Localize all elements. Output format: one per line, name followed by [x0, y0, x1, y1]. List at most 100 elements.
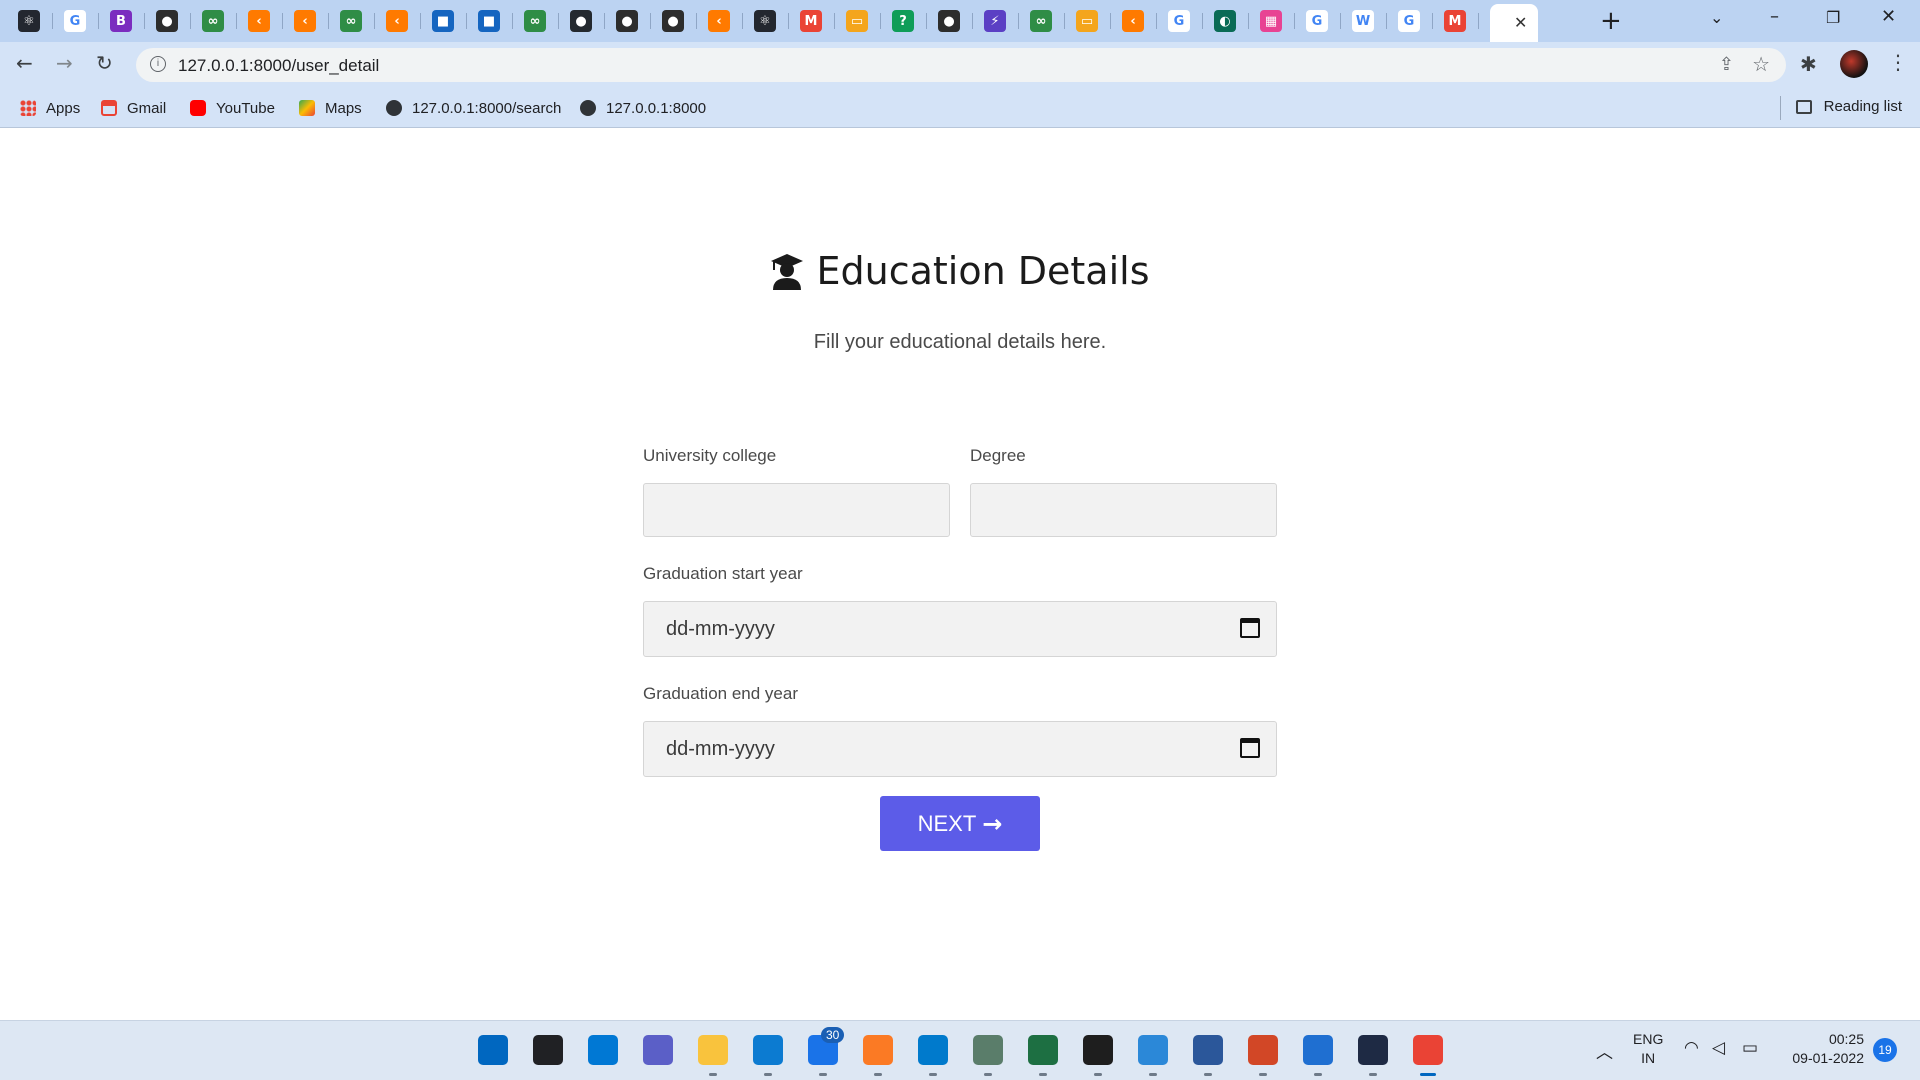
language-indicator[interactable]: ENG IN: [1633, 1030, 1663, 1068]
address-bar[interactable]: i 127.0.0.1:8000/user_detail ⇪ ☆: [136, 48, 1786, 82]
profile-avatar[interactable]: [1840, 50, 1868, 78]
edge-icon[interactable]: [753, 1035, 783, 1065]
share-icon[interactable]: ⇪: [1719, 54, 1734, 75]
bolt-icon[interactable]: ⚡: [984, 10, 1006, 32]
code-icon[interactable]: ‹: [1122, 10, 1144, 32]
help-icon[interactable]: [1303, 1035, 1333, 1065]
running-indicator: [764, 1073, 772, 1076]
arrow-right-icon: →: [982, 809, 1003, 838]
file-explorer-icon[interactable]: [698, 1035, 728, 1065]
extensions-icon[interactable]: ✱: [1800, 52, 1817, 77]
leaf-icon[interactable]: ◐: [1214, 10, 1236, 32]
bookmark-apps[interactable]: Apps: [20, 98, 80, 118]
end-year-input[interactable]: dd-mm-yyyy: [643, 721, 1277, 777]
tab-separator: [282, 13, 283, 29]
bookmark-gmail[interactable]: Gmail: [101, 98, 166, 118]
react-icon[interactable]: ⚛: [754, 10, 776, 32]
powerpoint-icon[interactable]: [1248, 1035, 1278, 1065]
back-icon[interactable]: ←: [16, 51, 33, 75]
excel-icon[interactable]: [1028, 1035, 1058, 1065]
globe-icon[interactable]: ●: [616, 10, 638, 32]
google-icon[interactable]: G: [64, 10, 86, 32]
menu-icon[interactable]: ⋮: [1888, 50, 1908, 74]
terminal-icon[interactable]: [1083, 1035, 1113, 1065]
widgets-icon[interactable]: [588, 1035, 618, 1065]
bootstrap-icon[interactable]: B: [110, 10, 132, 32]
box-icon[interactable]: ■: [478, 10, 500, 32]
google-icon[interactable]: G: [1398, 10, 1420, 32]
wifi-icon[interactable]: ◠: [1684, 1038, 1699, 1058]
code-icon[interactable]: ▭: [846, 10, 868, 32]
bookmark-youtube[interactable]: YouTube: [190, 98, 275, 118]
calendar-icon[interactable]: [1240, 618, 1260, 638]
github-icon[interactable]: ●: [570, 10, 592, 32]
bookmark-search[interactable]: 127.0.0.1:8000/search: [386, 98, 561, 118]
code-icon[interactable]: ▭: [1076, 10, 1098, 32]
reading-list-button[interactable]: Reading list: [1795, 98, 1902, 115]
forward-icon[interactable]: →: [56, 51, 73, 75]
site-info-icon[interactable]: i: [150, 56, 166, 72]
battery-icon[interactable]: ▭: [1742, 1038, 1758, 1058]
teams-chat-icon[interactable]: [643, 1035, 673, 1065]
start-year-input[interactable]: dd-mm-yyyy: [643, 601, 1277, 657]
infinity-icon[interactable]: ∞: [1030, 10, 1052, 32]
infinity-icon[interactable]: ∞: [524, 10, 546, 32]
start-year-placeholder: dd-mm-yyyy: [666, 617, 775, 640]
windows-start-icon[interactable]: [478, 1035, 508, 1065]
tab-active[interactable]: ✕: [1490, 4, 1538, 42]
xampp-icon[interactable]: [863, 1035, 893, 1065]
globe-icon[interactable]: ●: [156, 10, 178, 32]
dev-icon[interactable]: [1358, 1035, 1388, 1065]
grid-icon[interactable]: ▦: [1260, 10, 1282, 32]
code-icon[interactable]: ‹: [248, 10, 270, 32]
react-icon[interactable]: ⚛: [18, 10, 40, 32]
clock[interactable]: 00:25 09-01-2022: [1784, 1030, 1864, 1068]
volume-icon[interactable]: ◁: [1712, 1038, 1725, 1058]
degree-input[interactable]: [970, 483, 1277, 537]
bookmark-divider: [1780, 96, 1781, 120]
question-icon[interactable]: ?: [892, 10, 914, 32]
vscode-icon[interactable]: [918, 1035, 948, 1065]
app-icon[interactable]: [973, 1035, 1003, 1065]
globe-icon[interactable]: ●: [938, 10, 960, 32]
running-indicator: [1420, 1073, 1436, 1076]
bookmark-maps[interactable]: Maps: [299, 98, 362, 118]
code-icon[interactable]: ‹: [386, 10, 408, 32]
tab-separator: [1386, 13, 1387, 29]
google-icon[interactable]: G: [1306, 10, 1328, 32]
university-input[interactable]: [643, 483, 950, 537]
gmail-icon[interactable]: M: [1444, 10, 1466, 32]
tab-separator: [190, 13, 191, 29]
bookmark-localhost[interactable]: 127.0.0.1:8000: [580, 98, 706, 118]
calendar-icon[interactable]: [1240, 738, 1260, 758]
globe-icon[interactable]: ●: [662, 10, 684, 32]
search-icon[interactable]: [533, 1035, 563, 1065]
tab-separator: [1432, 13, 1433, 29]
gmail-icon[interactable]: M: [800, 10, 822, 32]
notification-badge[interactable]: 19: [1873, 1038, 1897, 1062]
bookmark-star-icon[interactable]: ☆: [1752, 52, 1770, 77]
restore-icon[interactable]: ❐: [1826, 8, 1840, 27]
tab-search-icon[interactable]: ⌄: [1710, 8, 1723, 27]
chrome-icon[interactable]: [1413, 1035, 1443, 1065]
notepad-icon[interactable]: [1138, 1035, 1168, 1065]
code-icon[interactable]: ‹: [708, 10, 730, 32]
url-text[interactable]: 127.0.0.1:8000/user_detail: [178, 56, 379, 76]
new-tab-button[interactable]: +: [1600, 6, 1622, 36]
close-window-icon[interactable]: ✕: [1881, 6, 1896, 27]
code-icon[interactable]: ‹: [294, 10, 316, 32]
tab-separator: [1340, 13, 1341, 29]
running-indicator: [1259, 1073, 1267, 1076]
tab-separator: [1064, 13, 1065, 29]
tray-chevron-icon[interactable]: ︿: [1596, 1038, 1613, 1063]
minimize-icon[interactable]: –: [1770, 6, 1779, 27]
next-button[interactable]: NEXT →: [880, 796, 1040, 851]
word-icon[interactable]: [1193, 1035, 1223, 1065]
infinity-icon[interactable]: ∞: [340, 10, 362, 32]
wikipedia-icon[interactable]: W: [1352, 10, 1374, 32]
box-icon[interactable]: ■: [432, 10, 454, 32]
google-icon[interactable]: G: [1168, 10, 1190, 32]
reload-icon[interactable]: ↻: [96, 51, 113, 75]
infinity-icon[interactable]: ∞: [202, 10, 224, 32]
close-tab-icon[interactable]: ✕: [1514, 13, 1527, 33]
